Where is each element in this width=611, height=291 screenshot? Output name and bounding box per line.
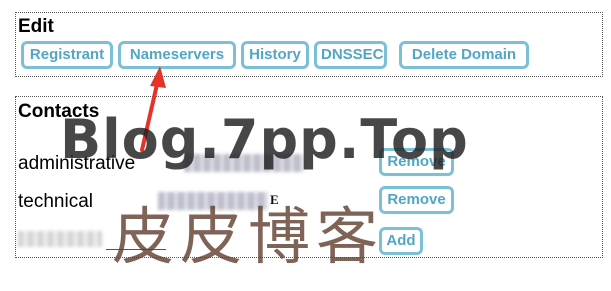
contact-type-redacted xyxy=(18,231,102,247)
edit-title: Edit xyxy=(18,16,54,37)
delete-domain-button[interactable]: Delete Domain xyxy=(399,41,529,69)
contacts-title: Contacts xyxy=(18,101,100,122)
add-contact-button[interactable]: Add xyxy=(379,227,423,255)
history-button[interactable]: History xyxy=(241,41,309,69)
contact-value-redacted xyxy=(184,154,304,172)
remove-technical-button[interactable]: Remove xyxy=(379,186,454,214)
edit-section: Edit Registrant Nameservers History DNSS… xyxy=(15,12,603,77)
contact-value-redacted xyxy=(158,192,268,210)
contact-label-administrative: administrative xyxy=(18,153,136,174)
add-contact-input[interactable] xyxy=(106,231,166,250)
contact-value-technical: E xyxy=(270,192,279,207)
registrant-button[interactable]: Registrant xyxy=(21,41,113,69)
contacts-section: Contacts administrative Remove technical… xyxy=(15,96,603,258)
remove-administrative-button[interactable]: Remove xyxy=(379,148,454,176)
dnssec-button[interactable]: DNSSEC xyxy=(314,41,387,69)
contact-label-technical: technical xyxy=(18,191,93,212)
nameservers-button[interactable]: Nameservers xyxy=(118,41,236,69)
